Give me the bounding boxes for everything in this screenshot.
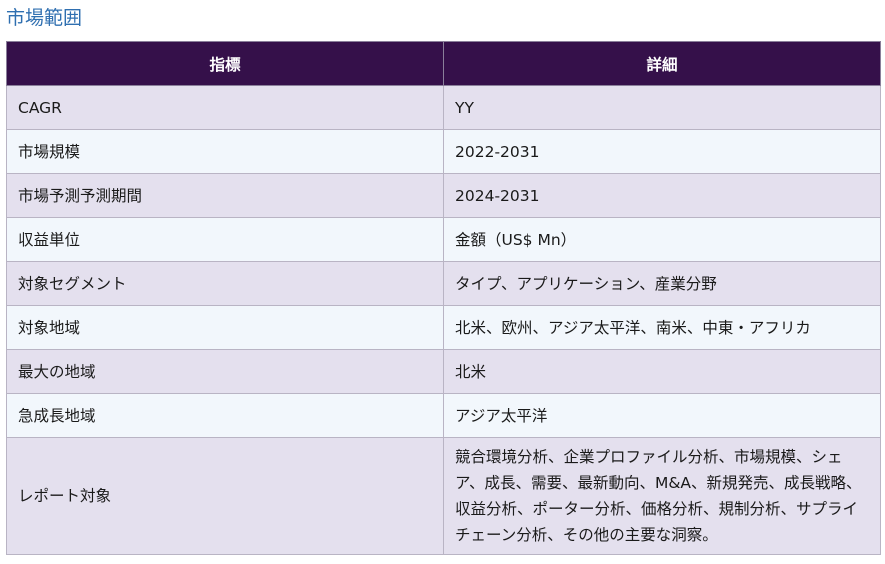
- row-value: タイプ、アプリケーション、産業分野: [443, 261, 881, 306]
- row-label: 対象地域: [6, 305, 444, 350]
- section-title: 市場範囲: [6, 7, 83, 29]
- table-header-row: 指標 詳細: [6, 41, 881, 86]
- row-value: 2024-2031: [443, 173, 881, 218]
- row-value: 金額（US$ Mn）: [443, 217, 881, 262]
- table-row: 収益単位 金額（US$ Mn）: [6, 217, 881, 262]
- row-label: 対象セグメント: [6, 261, 444, 306]
- header-details: 詳細: [443, 41, 881, 86]
- row-label: CAGR: [6, 85, 444, 130]
- row-label: 市場予測予測期間: [6, 173, 444, 218]
- row-label: 急成長地域: [6, 393, 444, 438]
- row-value: アジア太平洋: [443, 393, 881, 438]
- row-label: 収益単位: [6, 217, 444, 262]
- market-scope-table: 指標 詳細 CAGR YY 市場規模 2022-2031 市場予測予測期間 20…: [6, 41, 881, 555]
- row-value: YY: [443, 85, 881, 130]
- row-value: 2022-2031: [443, 129, 881, 174]
- row-label: 最大の地域: [6, 349, 444, 394]
- table-row: 最大の地域 北米: [6, 349, 881, 394]
- table-row: 市場規模 2022-2031: [6, 129, 881, 174]
- table-row: 対象セグメント タイプ、アプリケーション、産業分野: [6, 261, 881, 306]
- table-row: 対象地域 北米、欧州、アジア太平洋、南米、中東・アフリカ: [6, 305, 881, 350]
- row-label: レポート対象: [6, 437, 444, 555]
- header-metric: 指標: [6, 41, 444, 86]
- table-row: レポート対象 競合環境分析、企業プロファイル分析、市場規模、シェア、成長、需要、…: [6, 437, 881, 555]
- table-row: CAGR YY: [6, 85, 881, 130]
- row-value: 北米、欧州、アジア太平洋、南米、中東・アフリカ: [443, 305, 881, 350]
- row-value: 北米: [443, 349, 881, 394]
- row-value: 競合環境分析、企業プロファイル分析、市場規模、シェア、成長、需要、最新動向、M&…: [443, 437, 881, 555]
- table-row: 急成長地域 アジア太平洋: [6, 393, 881, 438]
- table-row: 市場予測予測期間 2024-2031: [6, 173, 881, 218]
- row-label: 市場規模: [6, 129, 444, 174]
